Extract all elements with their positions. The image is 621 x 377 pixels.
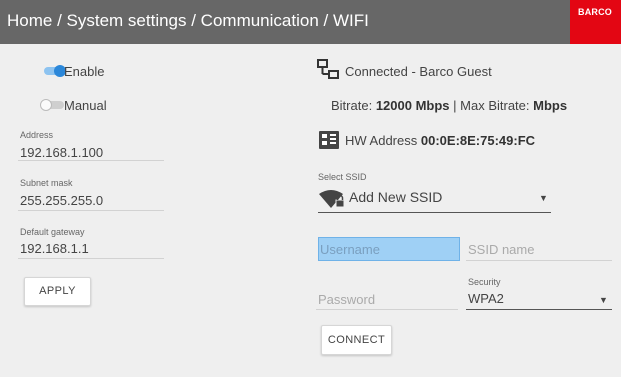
- address-label: Address: [20, 130, 54, 140]
- dropdown-caret-icon[interactable]: ▼: [539, 193, 548, 203]
- bitrate-separator: |: [453, 98, 457, 113]
- username-input[interactable]: Username: [318, 237, 460, 261]
- security-underline: [466, 309, 612, 310]
- enable-label: Enable: [64, 64, 105, 79]
- select-ssid-underline: [318, 212, 551, 213]
- address-field[interactable]: 192.168.1.100: [20, 145, 103, 160]
- username-placeholder: Username: [320, 242, 380, 257]
- apply-button[interactable]: APPLY: [24, 277, 91, 306]
- manual-toggle-knob: [40, 99, 52, 111]
- enable-toggle[interactable]: [40, 65, 66, 77]
- hw-chip-icon: [318, 130, 340, 150]
- max-bitrate-label: Max Bitrate:: [460, 98, 530, 113]
- address-underline: [18, 160, 164, 161]
- max-bitrate-unit: Mbps: [533, 98, 568, 113]
- default-gateway-field[interactable]: 192.168.1.1: [20, 241, 89, 256]
- manual-toggle[interactable]: [40, 99, 66, 111]
- logo-text: BARCO: [578, 7, 612, 17]
- dropdown-caret-icon[interactable]: ▼: [599, 295, 608, 305]
- connection-status: Connected - Barco Guest: [345, 64, 492, 79]
- breadcrumb: Home / System settings / Communication /…: [7, 11, 369, 30]
- hw-address-info: HW Address 00:0E:8E:75:49:FC: [345, 133, 535, 148]
- network-icon: [317, 58, 339, 82]
- bitrate-label: Bitrate:: [331, 98, 373, 113]
- ssid-name-input[interactable]: SSID name: [468, 242, 534, 257]
- security-dropdown[interactable]: WPA2: [468, 291, 504, 306]
- connect-button[interactable]: CONNECT: [321, 325, 392, 355]
- wifi-lock-icon: [318, 189, 348, 209]
- security-label: Security: [468, 277, 501, 287]
- subnet-mask-label: Subnet mask: [20, 178, 73, 188]
- default-gateway-label: Default gateway: [20, 227, 85, 237]
- select-ssid-label: Select SSID: [318, 172, 367, 182]
- ssid-name-underline: [466, 260, 612, 261]
- manual-label: Manual: [64, 98, 107, 113]
- hw-address-value: 00:0E:8E:75:49:FC: [420, 133, 536, 148]
- password-input[interactable]: Password: [318, 292, 375, 307]
- header-bar: Home / System settings / Communication /…: [0, 0, 621, 44]
- subnet-mask-field[interactable]: 255.255.255.0: [20, 193, 103, 208]
- default-gateway-underline: [18, 258, 164, 259]
- hw-address-label: HW Address: [345, 133, 418, 148]
- password-underline: [316, 309, 458, 310]
- barco-logo: BARCO: [570, 0, 621, 44]
- subnet-mask-underline: [18, 210, 164, 211]
- select-ssid-dropdown[interactable]: Add New SSID: [349, 189, 442, 205]
- bitrate-value: 12000 Mbps: [375, 98, 450, 113]
- bitrate-info: Bitrate: 12000 Mbps | Max Bitrate: Mbps: [331, 98, 567, 113]
